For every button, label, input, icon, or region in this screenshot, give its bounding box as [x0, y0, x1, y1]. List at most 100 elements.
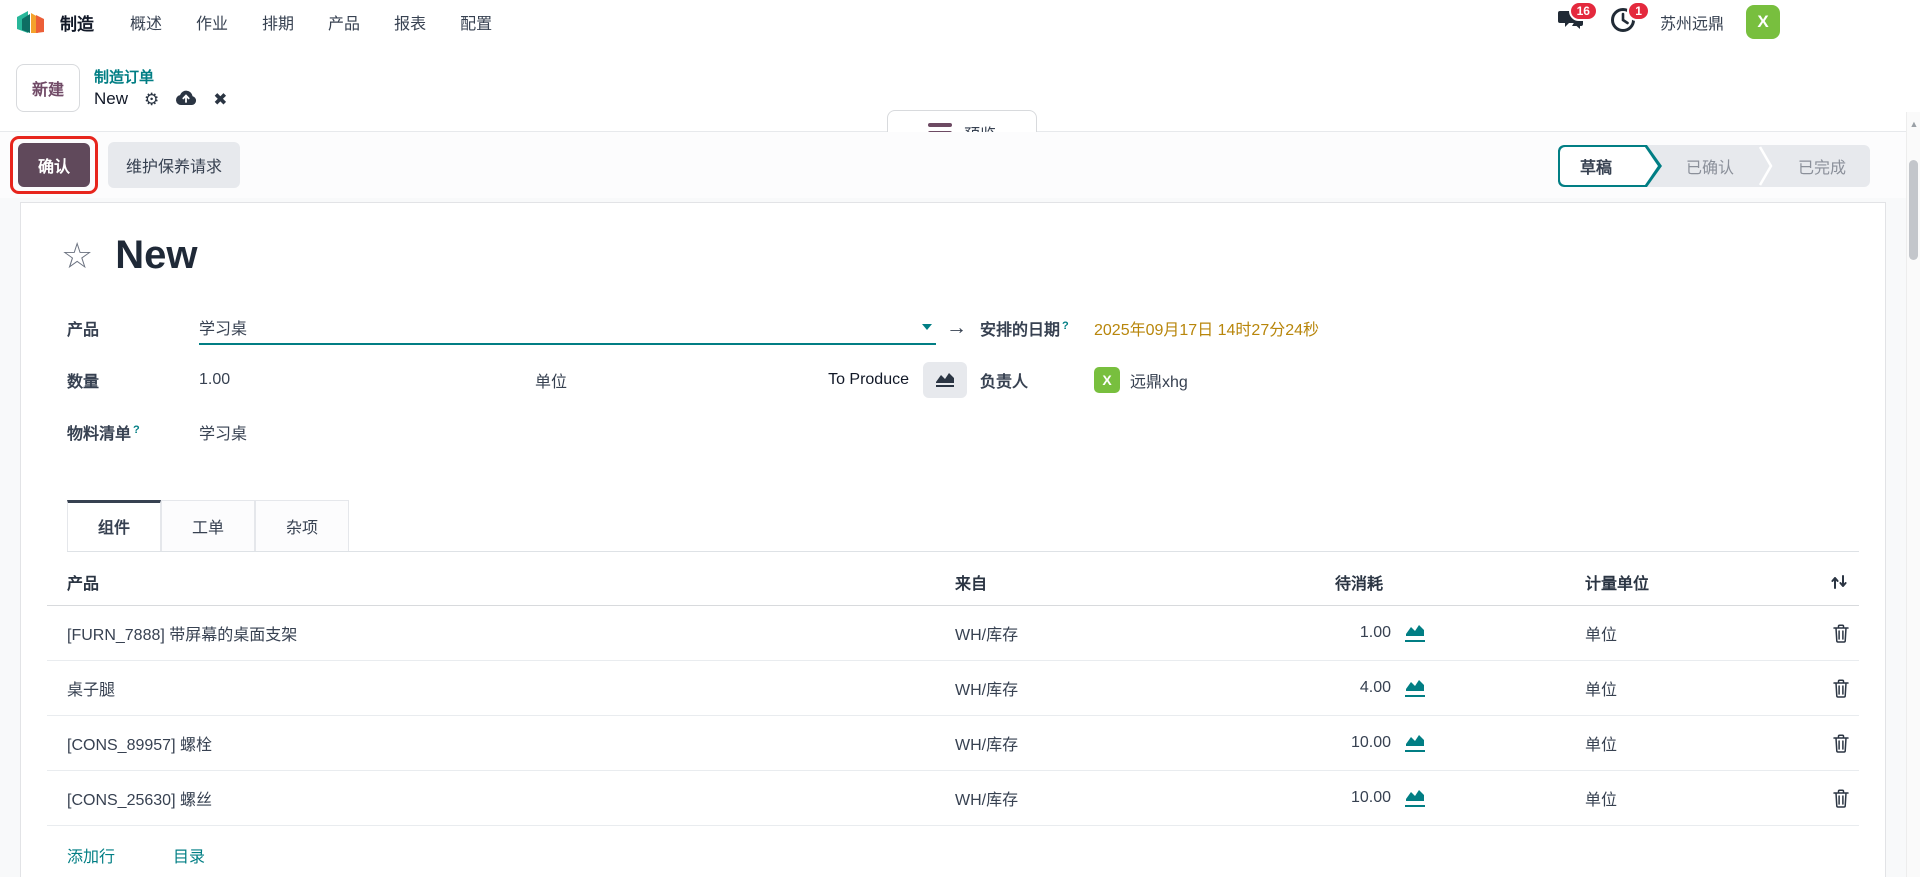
field-quantity-row: 数量 1.00 单位 To Produce — [67, 354, 967, 406]
stage-pipeline: 草稿 已确认 已完成 — [1558, 145, 1870, 187]
area-chart-icon — [934, 371, 956, 389]
stage-confirmed[interactable]: 已确认 — [1662, 145, 1758, 187]
row-from[interactable]: WH/库存 — [955, 676, 1245, 700]
components-table: 产品 来自 待消耗 计量单位 [FURN_7888] 带屏幕的桌面支架 WH/库… — [47, 558, 1859, 877]
settings-gear-icon[interactable]: ⚙ — [144, 91, 159, 108]
row-to-consume[interactable]: 1.00 — [1360, 624, 1391, 642]
component-row[interactable]: [CONS_25630] 螺丝 WH/库存 10.00 单位 — [47, 771, 1859, 826]
optional-columns-button[interactable] — [1829, 573, 1849, 591]
trash-icon — [1833, 789, 1849, 808]
statusbar: 确认 维护保养请求 草稿 已确认 已完成 — [0, 132, 1920, 198]
row-uom[interactable]: 单位 — [1425, 731, 1755, 755]
row-from[interactable]: WH/库存 — [955, 621, 1245, 645]
product-input[interactable]: 学习桌 — [199, 311, 936, 345]
delete-row-button[interactable] — [1833, 789, 1849, 808]
bom-label: 物料清单? — [67, 420, 199, 444]
discard-x-icon[interactable]: ✖ — [213, 91, 227, 108]
confirm-button[interactable]: 确认 — [18, 143, 90, 187]
scroll-up-arrow-icon[interactable]: ▲ — [1907, 112, 1920, 136]
breadcrumb-parent-link[interactable]: 制造订单 — [94, 66, 228, 87]
messages-button[interactable]: 16 — [1556, 7, 1586, 37]
header-to-consume[interactable]: 待消耗 — [1245, 570, 1425, 594]
row-uom[interactable]: 单位 — [1425, 676, 1755, 700]
component-row[interactable]: 桌子腿 WH/库存 4.00 单位 — [47, 661, 1859, 716]
manufacturing-app-icon[interactable] — [16, 9, 46, 35]
favorite-star-icon[interactable]: ☆ — [61, 238, 93, 274]
bom-help-icon[interactable]: ? — [133, 424, 140, 436]
row-to-consume[interactable]: 10.00 — [1351, 789, 1391, 807]
product-value: 学习桌 — [199, 315, 922, 339]
activities-button[interactable]: 1 — [1608, 7, 1638, 37]
forecast-chart-icon[interactable] — [1405, 789, 1425, 807]
new-button[interactable]: 新建 — [16, 64, 80, 112]
forecast-chart-icon[interactable] — [1405, 734, 1425, 752]
delete-row-button[interactable] — [1833, 624, 1849, 643]
maintenance-request-button[interactable]: 维护保养请求 — [108, 142, 240, 188]
control-panel: 新建 制造订单 New ⚙ ✖ 预览 — [0, 44, 1920, 132]
scrollbar-thumb[interactable] — [1909, 160, 1918, 260]
bom-value[interactable]: 学习桌 — [199, 420, 247, 444]
stage-draft-label: 草稿 — [1580, 154, 1612, 178]
menu-item-operations[interactable]: 作业 — [196, 10, 228, 34]
messages-badge: 16 — [1569, 1, 1598, 21]
save-cloud-icon[interactable] — [175, 89, 197, 109]
field-scheduled-date-row: 安排的日期? 2025年09月17日 14时27分24秒 — [980, 302, 1859, 354]
menu-item-products[interactable]: 产品 — [328, 10, 360, 34]
row-to-consume[interactable]: 4.00 — [1360, 679, 1391, 697]
header-product[interactable]: 产品 — [47, 570, 955, 594]
tab-components[interactable]: 组件 — [67, 500, 161, 551]
menu-item-reporting[interactable]: 报表 — [394, 10, 426, 34]
row-product[interactable]: [CONS_25630] 螺丝 — [47, 786, 955, 810]
menu-item-planning[interactable]: 排期 — [262, 10, 294, 34]
forecast-chart-icon[interactable] — [1405, 679, 1425, 697]
column-sliders-icon — [1829, 573, 1849, 591]
breadcrumb: 制造订单 New ⚙ ✖ — [94, 66, 228, 109]
scheduled-date-label: 安排的日期? — [980, 316, 1094, 340]
delete-row-button[interactable] — [1833, 734, 1849, 753]
stage-done[interactable]: 已完成 — [1774, 145, 1870, 187]
tab-miscellaneous[interactable]: 杂项 — [255, 500, 349, 551]
main-menu: 概述 作业 排期 产品 报表 配置 — [130, 10, 492, 34]
dropdown-caret-icon[interactable] — [922, 324, 932, 330]
component-row[interactable]: [CONS_89957] 螺栓 WH/库存 10.00 单位 — [47, 716, 1859, 771]
stage-draft[interactable]: 草稿 — [1558, 145, 1662, 187]
header-from[interactable]: 来自 — [955, 570, 1245, 594]
add-line-link[interactable]: 添加行 — [67, 843, 115, 867]
row-uom[interactable]: 单位 — [1425, 786, 1755, 810]
vertical-scrollbar[interactable]: ▲ — [1906, 112, 1920, 877]
app-name[interactable]: 制造 — [60, 10, 94, 35]
menu-item-overview[interactable]: 概述 — [130, 10, 162, 34]
scheduled-date-value[interactable]: 2025年09月17日 14时27分24秒 — [1094, 316, 1319, 340]
catalog-link[interactable]: 目录 — [173, 843, 205, 867]
table-header-row: 产品 来自 待消耗 计量单位 — [47, 558, 1859, 606]
row-to-consume[interactable]: 10.00 — [1351, 734, 1391, 752]
record-title: New — [115, 233, 197, 278]
row-from[interactable]: WH/库存 — [955, 731, 1245, 755]
row-uom[interactable]: 单位 — [1425, 621, 1755, 645]
notebook-tabs: 组件 工单 杂项 — [67, 500, 1859, 552]
user-avatar[interactable]: X — [1746, 5, 1780, 39]
trash-icon — [1833, 679, 1849, 698]
form-view-background: ☆ New 产品 学习桌 → 数量 1.00 单位 To Produce — [0, 198, 1920, 877]
row-from[interactable]: WH/库存 — [955, 786, 1245, 810]
menu-item-configuration[interactable]: 配置 — [460, 10, 492, 34]
component-row[interactable]: [FURN_7888] 带屏幕的桌面支架 WH/库存 1.00 单位 — [47, 606, 1859, 661]
uom-value[interactable]: 单位 — [535, 368, 828, 392]
row-product[interactable]: 桌子腿 — [47, 676, 955, 700]
trash-icon — [1833, 624, 1849, 643]
delete-row-button[interactable] — [1833, 679, 1849, 698]
quantity-input[interactable]: 1.00 — [199, 371, 535, 389]
form-fields: 产品 学习桌 → 数量 1.00 单位 To Produce — [67, 302, 1859, 458]
header-uom[interactable]: 计量单位 — [1425, 570, 1755, 594]
row-product[interactable]: [FURN_7888] 带屏幕的桌面支架 — [47, 621, 955, 645]
trash-icon — [1833, 734, 1849, 753]
field-bom-row: 物料清单? 学习桌 — [67, 406, 967, 458]
row-product[interactable]: [CONS_89957] 螺栓 — [47, 731, 955, 755]
forecast-chart-icon[interactable] — [1405, 624, 1425, 642]
internal-link-arrow-icon[interactable]: → — [946, 316, 967, 340]
company-switcher[interactable]: 苏州远鼎 — [1660, 10, 1724, 34]
scheduled-date-help-icon[interactable]: ? — [1062, 320, 1069, 332]
forecast-graph-button[interactable] — [923, 362, 967, 398]
responsible-value-tag[interactable]: X 远鼎xhg — [1094, 367, 1188, 393]
tab-work-orders[interactable]: 工单 — [161, 500, 255, 551]
